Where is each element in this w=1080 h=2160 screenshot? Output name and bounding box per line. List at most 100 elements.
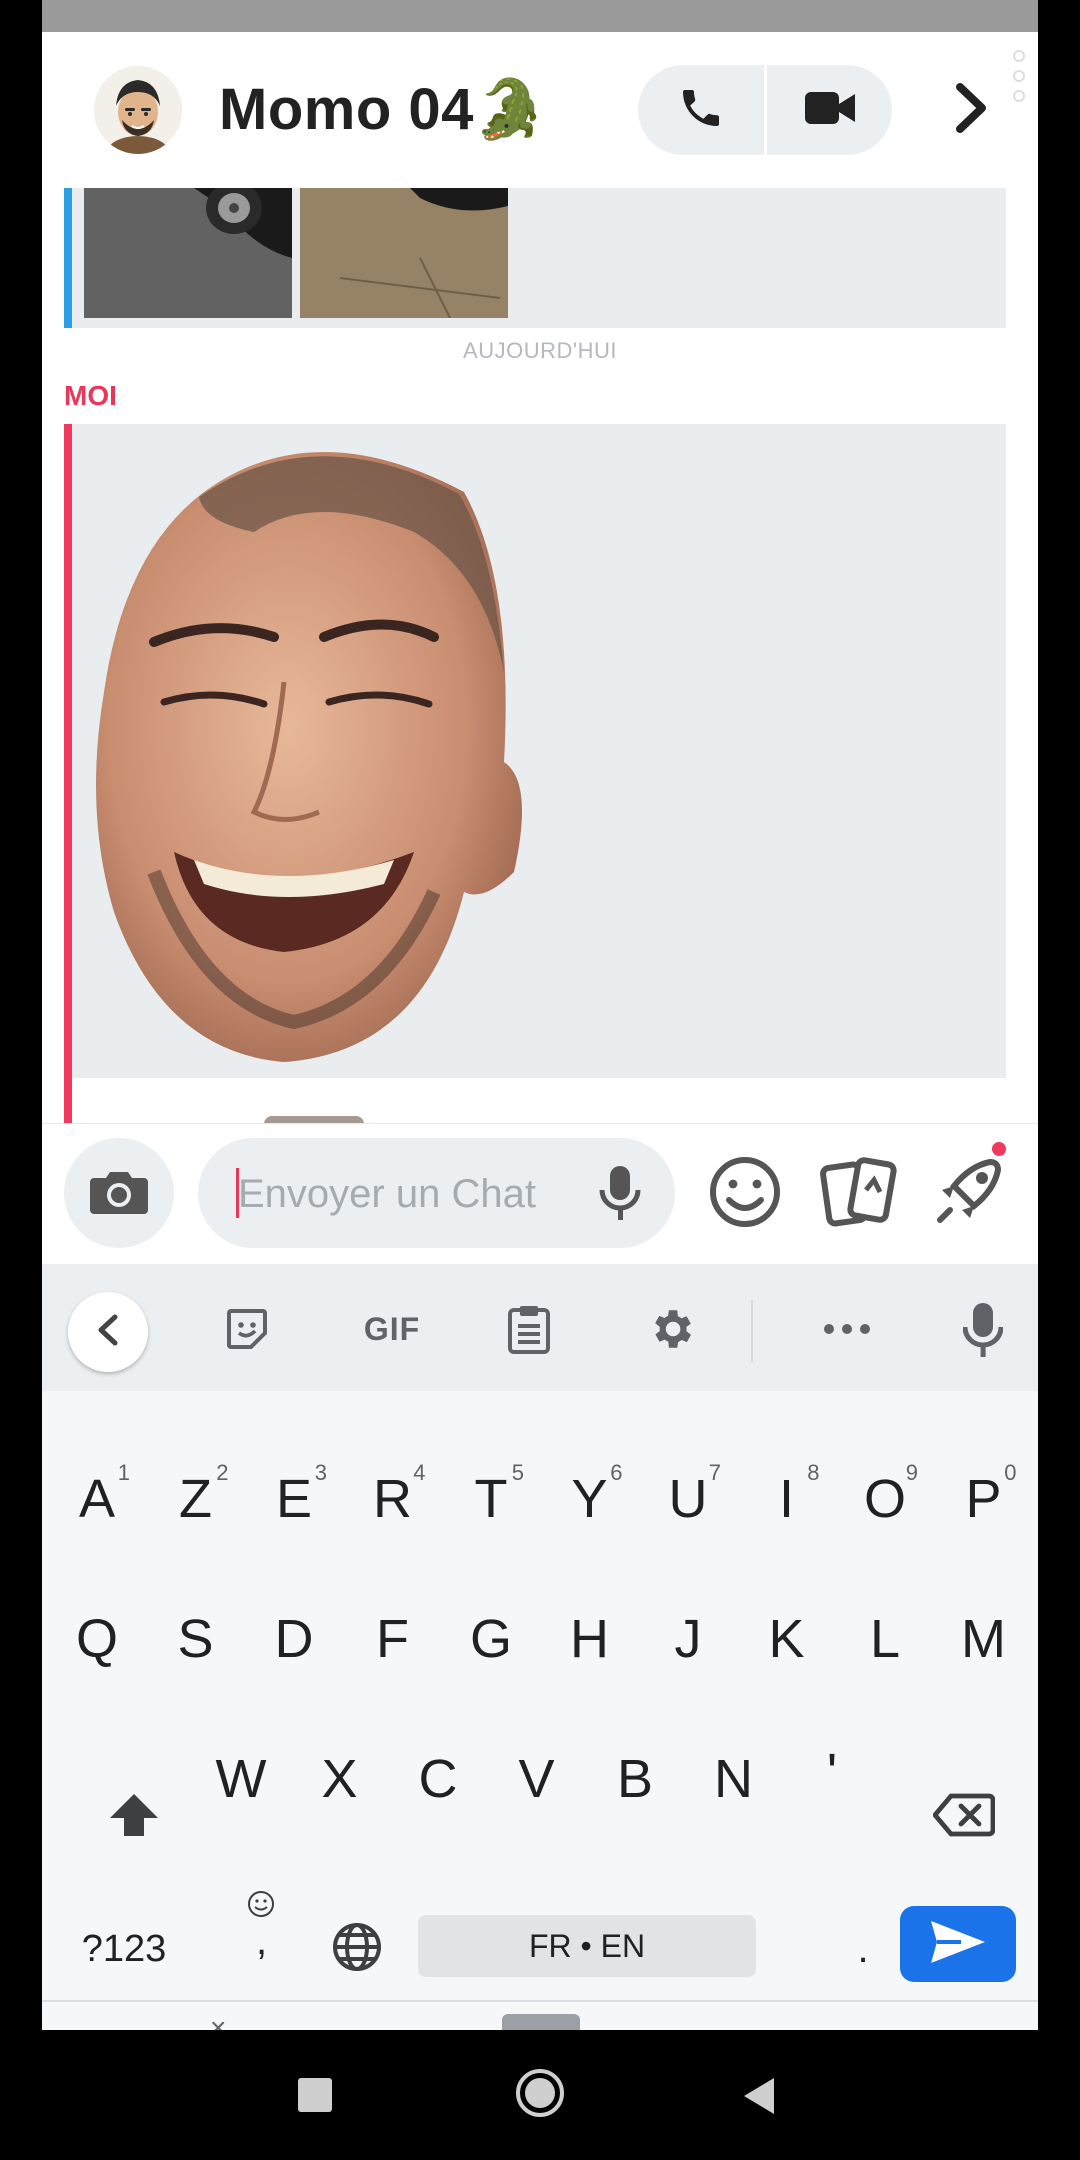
key-label: R bbox=[373, 1469, 412, 1529]
key-label: I bbox=[778, 1469, 794, 1529]
call-button-group bbox=[638, 65, 892, 155]
cards-icon[interactable] bbox=[818, 1154, 898, 1230]
key-x[interactable]: X bbox=[295, 1734, 385, 1824]
key-v[interactable]: V bbox=[492, 1734, 582, 1824]
shift-key[interactable] bbox=[86, 1772, 182, 1862]
key-r[interactable]: R4 bbox=[348, 1454, 438, 1544]
backspace-icon bbox=[931, 1792, 996, 1843]
more-dots-icon[interactable] bbox=[1012, 48, 1026, 104]
key-e[interactable]: E3 bbox=[249, 1454, 339, 1544]
friend-avatar[interactable] bbox=[94, 66, 182, 154]
key-label: A bbox=[78, 1469, 116, 1529]
more-dots-icon[interactable] bbox=[812, 1294, 882, 1364]
toolbar-divider bbox=[751, 1300, 753, 1362]
recent-apps-button[interactable] bbox=[298, 2078, 332, 2112]
key-label: P bbox=[965, 1469, 1002, 1529]
key-f[interactable]: F bbox=[348, 1594, 438, 1684]
back-button[interactable] bbox=[742, 2076, 776, 2116]
key-hint: 8 bbox=[807, 1460, 820, 1485]
key-l[interactable]: L bbox=[840, 1594, 930, 1684]
keyboard-dismiss-button[interactable]: × bbox=[210, 2012, 226, 2030]
key-p[interactable]: P0 bbox=[939, 1454, 1029, 1544]
keyboard-handle[interactable] bbox=[502, 2014, 580, 2030]
key-hint: 0 bbox=[1004, 1460, 1017, 1485]
key-hint: 2 bbox=[216, 1460, 229, 1485]
media-thumbnail[interactable] bbox=[300, 188, 508, 318]
chat-header: Momo 04🐊 bbox=[42, 32, 1038, 188]
symbols-key[interactable]: ?123 bbox=[64, 1904, 184, 1994]
sticker-icon[interactable] bbox=[212, 1294, 282, 1364]
camera-button[interactable] bbox=[64, 1138, 174, 1248]
smiley-icon[interactable] bbox=[707, 1154, 783, 1230]
key-hint: 1 bbox=[117, 1460, 130, 1485]
sender-color-bar bbox=[64, 188, 72, 328]
send-arrow-icon bbox=[929, 1919, 987, 1970]
voice-input-icon[interactable] bbox=[958, 1294, 1008, 1364]
send-key[interactable] bbox=[900, 1906, 1016, 1982]
key-d[interactable]: D bbox=[249, 1594, 339, 1684]
key-o[interactable]: O9 bbox=[840, 1454, 930, 1544]
on-screen-keyboard: G I F ?123 , FR • EN . × A 1 Z 2 E 3 R 4 T… bbox=[42, 1264, 1038, 2030]
camera-icon bbox=[88, 1166, 150, 1221]
keyboard-toolbar: GIF bbox=[42, 1264, 1038, 1391]
key-m[interactable]: M bbox=[939, 1594, 1029, 1684]
key-s[interactable]: S bbox=[151, 1594, 241, 1684]
globe-icon bbox=[331, 1921, 383, 1978]
key-t[interactable]: T5 bbox=[446, 1454, 536, 1544]
key-hint: 7 bbox=[708, 1460, 721, 1485]
keyboard-collapse-button[interactable] bbox=[68, 1292, 148, 1372]
open-profile-button[interactable] bbox=[942, 72, 1002, 148]
chat-title[interactable]: Momo 04🐊 bbox=[219, 76, 547, 144]
key-c[interactable]: C bbox=[393, 1734, 483, 1824]
chat-screen: Momo 04🐊 AUJOURD'HUI MOI Envoyer un Chat… bbox=[42, 32, 1038, 2030]
key-hint: 5 bbox=[511, 1460, 524, 1485]
key-j[interactable]: J bbox=[643, 1594, 733, 1684]
period-key[interactable]: . bbox=[818, 1904, 908, 1994]
gear-icon[interactable] bbox=[636, 1294, 706, 1364]
key-label: U bbox=[668, 1469, 708, 1529]
key-n[interactable]: N bbox=[689, 1734, 779, 1824]
key-w[interactable]: W bbox=[196, 1734, 286, 1824]
emoji-comma-key[interactable]: , bbox=[222, 1889, 302, 1989]
notification-dot bbox=[992, 1142, 1006, 1156]
gif-button[interactable]: GIF bbox=[342, 1294, 442, 1364]
key-label: T bbox=[474, 1469, 508, 1529]
media-thumbnail[interactable] bbox=[84, 188, 292, 318]
key-g[interactable]: G bbox=[446, 1594, 536, 1684]
phone-icon bbox=[677, 84, 725, 137]
globe-key[interactable] bbox=[312, 1904, 402, 1994]
space-key[interactable]: FR • EN bbox=[418, 1915, 756, 1977]
key-z[interactable]: Z2 bbox=[151, 1454, 241, 1544]
chat-input-bar: Envoyer un Chat bbox=[42, 1124, 1038, 1264]
voice-call-button[interactable] bbox=[638, 65, 764, 155]
message-list[interactable]: AUJOURD'HUI MOI bbox=[42, 188, 1038, 1124]
key-label: E bbox=[275, 1469, 313, 1529]
key-i[interactable]: I8 bbox=[742, 1454, 832, 1544]
status-bar bbox=[42, 0, 1038, 32]
chat-input-placeholder: Envoyer un Chat bbox=[238, 1172, 536, 1216]
next-message-preview bbox=[64, 1092, 1006, 1124]
key-u[interactable]: U7 bbox=[643, 1454, 733, 1544]
backspace-key[interactable] bbox=[914, 1772, 1014, 1862]
key-hint: 4 bbox=[413, 1460, 426, 1485]
key-label: Z bbox=[179, 1469, 212, 1529]
key-k[interactable]: K bbox=[742, 1594, 832, 1684]
key-q[interactable]: Q bbox=[52, 1594, 142, 1684]
rocket-icon[interactable] bbox=[930, 1150, 1010, 1230]
key-h[interactable]: H bbox=[545, 1594, 635, 1684]
key-a[interactable]: A1 bbox=[52, 1454, 142, 1544]
received-media-message[interactable] bbox=[64, 188, 1006, 328]
microphone-icon[interactable] bbox=[598, 1164, 642, 1222]
sent-sticker-message[interactable] bbox=[64, 424, 1006, 1124]
face-sticker bbox=[96, 452, 522, 1062]
chat-message-input[interactable]: Envoyer un Chat bbox=[198, 1138, 675, 1248]
key-hint: 6 bbox=[610, 1460, 623, 1485]
key-b[interactable]: B bbox=[590, 1734, 680, 1824]
sender-color-bar bbox=[64, 424, 72, 1124]
video-call-button[interactable] bbox=[767, 65, 892, 155]
key-y[interactable]: Y6 bbox=[545, 1454, 635, 1544]
clipboard-icon[interactable] bbox=[494, 1294, 564, 1364]
home-button[interactable] bbox=[515, 2068, 565, 2118]
key-apostrophe[interactable]: ' bbox=[787, 1734, 877, 1824]
shift-arrow-icon bbox=[108, 1792, 160, 1843]
